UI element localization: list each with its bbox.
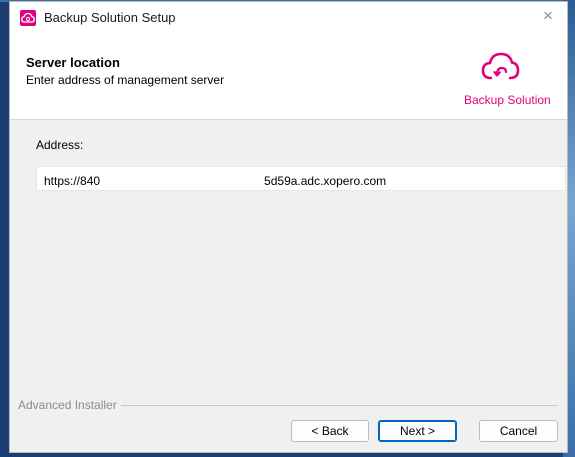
next-button[interactable]: Next >: [378, 420, 457, 442]
cancel-button[interactable]: Cancel: [479, 420, 558, 442]
back-button[interactable]: < Back: [291, 420, 369, 442]
logo-text: Backup Solution: [464, 93, 551, 107]
title-bar[interactable]: Backup Solution Setup ×: [10, 2, 567, 33]
address-value-end: 5d59a.adc.xopero.com: [264, 174, 387, 188]
app-icon: [20, 10, 36, 26]
address-field[interactable]: https://840 5d59a.adc.xopero.com: [36, 166, 566, 191]
address-value-start: https://840: [44, 174, 101, 188]
close-icon[interactable]: ×: [539, 7, 557, 25]
installer-brand-label: Advanced Installer: [18, 398, 121, 412]
window-title: Backup Solution Setup: [44, 10, 176, 25]
cloud-upload-icon: [481, 52, 520, 80]
page-title: Server location: [26, 55, 120, 70]
setup-dialog: Backup Solution Setup × Server location …: [9, 1, 568, 453]
address-label: Address:: [36, 138, 84, 152]
page-header: Server location Enter address of managem…: [10, 33, 567, 120]
page-subtitle: Enter address of management server: [26, 73, 225, 87]
